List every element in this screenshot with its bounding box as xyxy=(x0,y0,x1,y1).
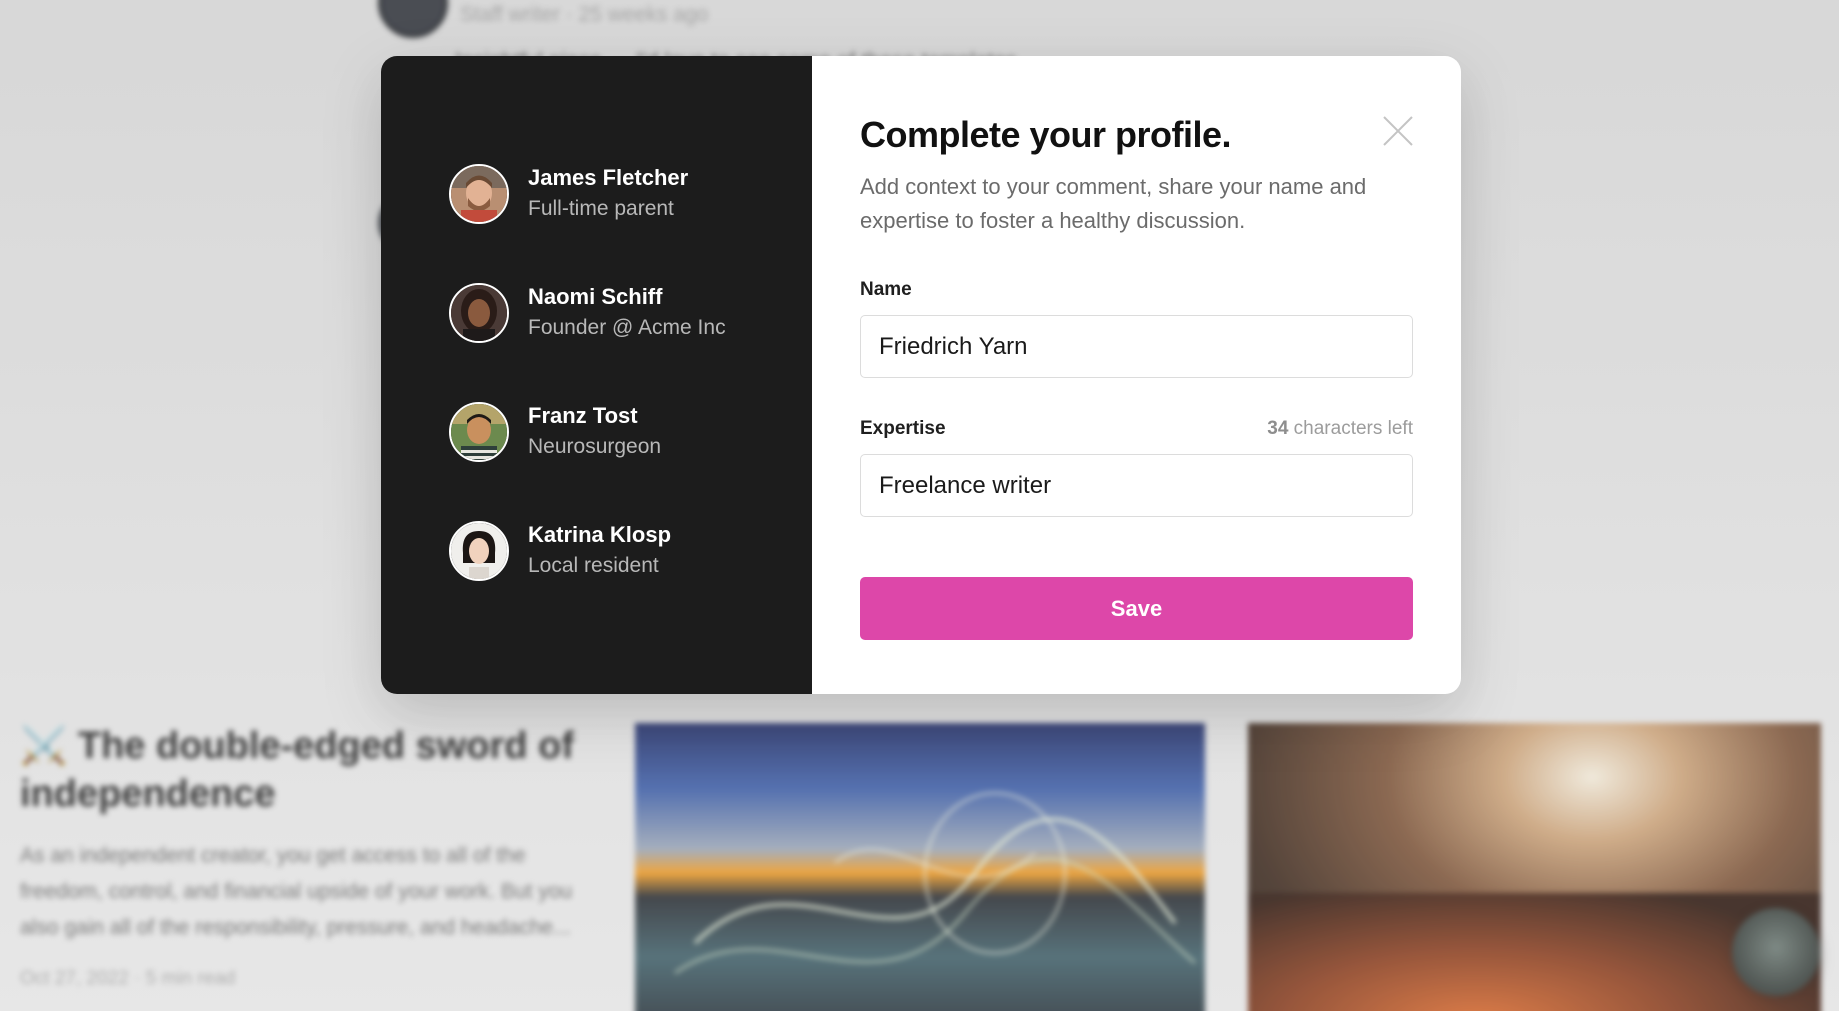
example-profile: Franz Tost Neurosurgeon xyxy=(449,402,812,462)
profile-form-panel: Complete your profile. Add context to yo… xyxy=(812,56,1461,694)
example-profile: James Fletcher Full-time parent xyxy=(449,164,812,224)
save-button[interactable]: Save xyxy=(860,577,1413,640)
example-profile-role: Full-time parent xyxy=(528,197,674,220)
example-profile-name: Franz Tost xyxy=(528,403,638,428)
avatar-icon xyxy=(449,402,509,462)
example-profile-role: Neurosurgeon xyxy=(528,435,662,458)
example-profile-name: James Fletcher xyxy=(528,165,689,190)
close-button[interactable] xyxy=(1381,114,1415,148)
name-field-label: Name xyxy=(860,279,912,300)
example-profile-name: Naomi Schiff xyxy=(528,284,663,309)
avatar-icon xyxy=(449,283,509,343)
modal-description: Add context to your comment, share your … xyxy=(860,174,1367,233)
example-profile-text: James Fletcher Full-time parent xyxy=(528,164,688,224)
example-profiles-panel: James Fletcher Full-time parent Naomi Sc… xyxy=(381,56,812,694)
avatar-icon xyxy=(449,164,509,224)
expertise-field-label: Expertise xyxy=(860,418,946,439)
modal-title: Complete your profile. xyxy=(860,114,1232,155)
close-icon xyxy=(1383,116,1413,146)
characters-left-text: characters left xyxy=(1288,418,1413,439)
name-input[interactable] xyxy=(860,315,1413,378)
characters-left-counter: 34 characters left xyxy=(1267,418,1413,440)
avatar-icon xyxy=(449,521,509,581)
example-profile: Katrina Klosp Local resident xyxy=(449,521,812,581)
complete-profile-modal: James Fletcher Full-time parent Naomi Sc… xyxy=(381,56,1461,694)
example-profile-text: Naomi Schiff Founder @ Acme Inc xyxy=(528,283,726,343)
example-profile-name: Katrina Klosp xyxy=(528,522,672,547)
example-profile: Naomi Schiff Founder @ Acme Inc xyxy=(449,283,812,343)
name-field-header: Name xyxy=(860,279,1413,301)
expertise-input[interactable] xyxy=(860,454,1413,517)
example-profile-role: Local resident xyxy=(528,554,659,577)
expertise-field-header: Expertise 34 characters left xyxy=(860,418,1413,440)
example-profile-text: Katrina Klosp Local resident xyxy=(528,521,671,581)
example-profile-role: Founder @ Acme Inc xyxy=(528,316,726,339)
example-profile-text: Franz Tost Neurosurgeon xyxy=(528,402,661,462)
characters-left-count: 34 xyxy=(1267,418,1289,439)
